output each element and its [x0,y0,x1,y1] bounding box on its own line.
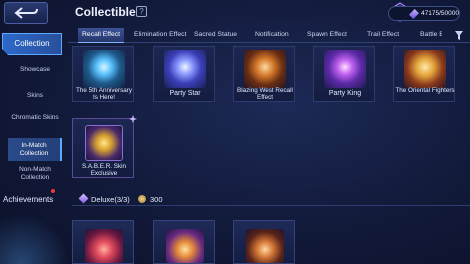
tab-spawn-effect[interactable]: Spawn Effect [307,31,347,38]
collectible-card[interactable]: S.A.B.E.R. Skin Exclusive [72,115,137,178]
card-label: Blazing West Recall Effect [237,87,293,101]
party-star-art [164,50,206,88]
tab-bar: Recall Effect Elimination Effect Sacred … [68,28,470,43]
collectible-card[interactable]: Party King [313,46,375,102]
card-label: The 5th Anniversary Is Here! [75,87,132,101]
sparkle-icon [129,115,137,123]
top-bar: Collectible ? 47175/50000 [0,0,470,26]
card-label: The Oriental Fighters [395,87,455,94]
deluxe-effect-art [85,229,123,263]
deluxe-section-header: Deluxe(3/3) 300 [72,193,470,206]
sidebar-item-showcase[interactable]: Showcase [8,66,62,74]
coin-icon [138,195,146,203]
collectible-card[interactable]: Blazing West Recall Effect [233,46,295,102]
help-icon[interactable]: ? [136,6,147,17]
anniversary-effect-art [83,50,125,88]
card-label: Party Star [169,90,201,97]
party-king-art [324,50,366,88]
gem-icon [409,8,419,19]
deluxe-card[interactable] [72,220,134,264]
deluxe-effect-art [166,229,204,263]
back-button[interactable] [4,2,48,24]
tab-recall-effect[interactable]: Recall Effect [78,28,125,43]
sidebar-item-chromatic-skins[interactable]: Chromatic Skins [8,114,62,122]
sidebar-item-in-match-collection[interactable]: In-Match Collection [8,138,62,161]
collectible-card[interactable]: The Oriental Fighters [393,46,455,102]
card-label: Party King [328,90,362,97]
collectible-card[interactable]: The 5th Anniversary Is Here! [72,46,134,102]
tab-notification[interactable]: Notification [255,31,289,38]
page-title: Collectible [75,5,136,19]
oriental-fighters-art [404,50,446,88]
tab-elimination-effect[interactable]: Elimination Effect [134,31,186,38]
filter-icon[interactable] [454,30,464,41]
saber-effect-art [85,125,123,161]
tab-battle-effect[interactable]: Battle E [420,31,442,38]
deluxe-card[interactable] [233,220,295,264]
sidebar-item-skins[interactable]: Skins [8,92,62,100]
card-label: S.A.B.E.R. Skin Exclusive [81,163,127,177]
blazing-west-art [244,50,286,88]
sidebar-item-achievements[interactable]: Achievements [3,195,53,204]
ambient-glow [0,214,70,264]
deluxe-effect-art [246,229,284,263]
points-value: 47175/50000 [421,10,459,17]
back-arrow-icon [14,7,38,19]
collectible-card[interactable]: Party Star [153,46,215,102]
deluxe-count: 300 [150,195,163,204]
tab-sacred-statue[interactable]: Sacred Statue [194,31,237,38]
deluxe-label: Deluxe(3/3) [91,195,130,204]
sidebar-item-non-match-collection[interactable]: Non-Match Collection [8,166,62,181]
tab-trail-effect[interactable]: Trail Effect [367,31,399,38]
deluxe-gem-icon [78,193,89,204]
sidebar-item-collection[interactable]: Collection [2,33,62,55]
deluxe-card[interactable] [153,220,215,264]
notification-dot [51,189,55,193]
collection-points: 47175/50000 [388,6,460,21]
